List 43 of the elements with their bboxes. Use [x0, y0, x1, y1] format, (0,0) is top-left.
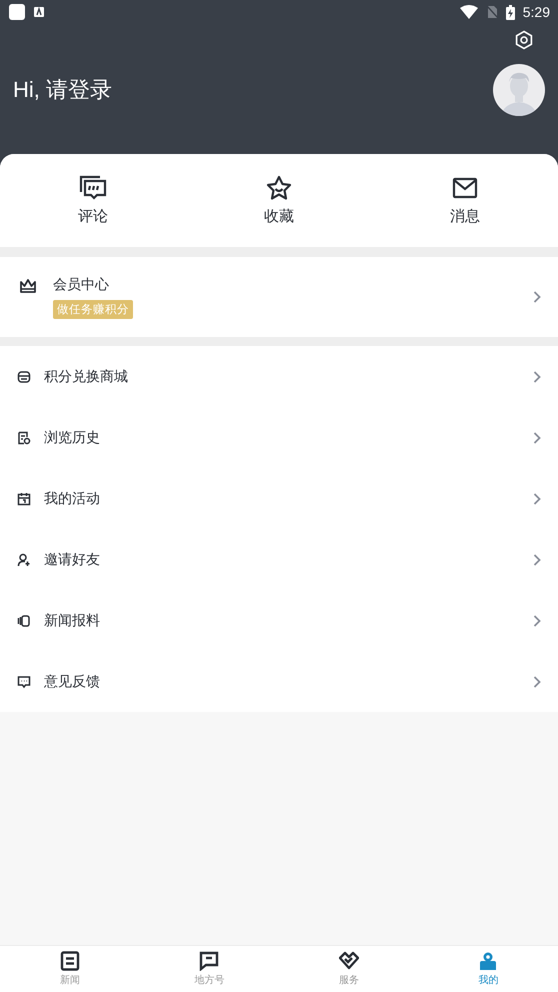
menu-item[interactable]: 意见反馈 [0, 651, 558, 712]
clock: 5:29 [522, 4, 550, 20]
login-prompt[interactable]: Hi, 请登录 [13, 75, 112, 105]
quick-action[interactable]: 收藏 [186, 175, 372, 226]
speaker-icon [17, 614, 31, 628]
chevron-right-icon [533, 370, 541, 382]
chevron-right-icon [533, 291, 541, 303]
no-sim-icon [486, 5, 498, 19]
envelope-icon [451, 175, 479, 201]
store-icon [17, 370, 31, 384]
chat-bubble-icon [199, 951, 220, 971]
chevron-right-icon [533, 432, 541, 444]
menu-item[interactable]: 积分兑换商城 [0, 346, 558, 407]
comments-icon [79, 175, 107, 201]
chevron-right-icon [533, 554, 541, 566]
calendar-icon [17, 492, 31, 506]
chevron-right-icon [533, 676, 541, 688]
menu-item[interactable]: 新闻报料 [0, 590, 558, 651]
star-icon [265, 175, 293, 201]
points-badge: 做任务赚积分 [53, 300, 133, 319]
heart-check-icon [338, 951, 359, 971]
document-icon [17, 430, 31, 444]
chevron-right-icon [533, 614, 541, 626]
user-plus-icon [17, 552, 31, 566]
battery-icon [506, 4, 515, 20]
avatar-icon[interactable] [493, 64, 545, 116]
menu-item[interactable]: 浏览历史 [0, 407, 558, 468]
menu-item[interactable]: 邀请好友 [0, 529, 558, 590]
settings-icon[interactable] [514, 30, 534, 50]
menu-item[interactable]: 我的活动 [0, 468, 558, 529]
chevron-right-icon [533, 492, 541, 504]
newspaper-icon [60, 951, 80, 971]
tab[interactable]: 我的 [418, 946, 558, 992]
notification-icon [33, 6, 45, 18]
crown-icon [19, 278, 37, 294]
user-icon [478, 951, 498, 971]
member-center-row[interactable]: 会员中心 做任务赚积分 [0, 257, 558, 337]
member-center-title: 会员中心 [53, 276, 110, 294]
quick-action[interactable]: 评论 [0, 175, 186, 226]
app-icon [9, 4, 25, 20]
wifi-icon [460, 5, 478, 19]
chat-icon [17, 674, 31, 688]
quick-action[interactable]: 消息 [372, 175, 558, 226]
